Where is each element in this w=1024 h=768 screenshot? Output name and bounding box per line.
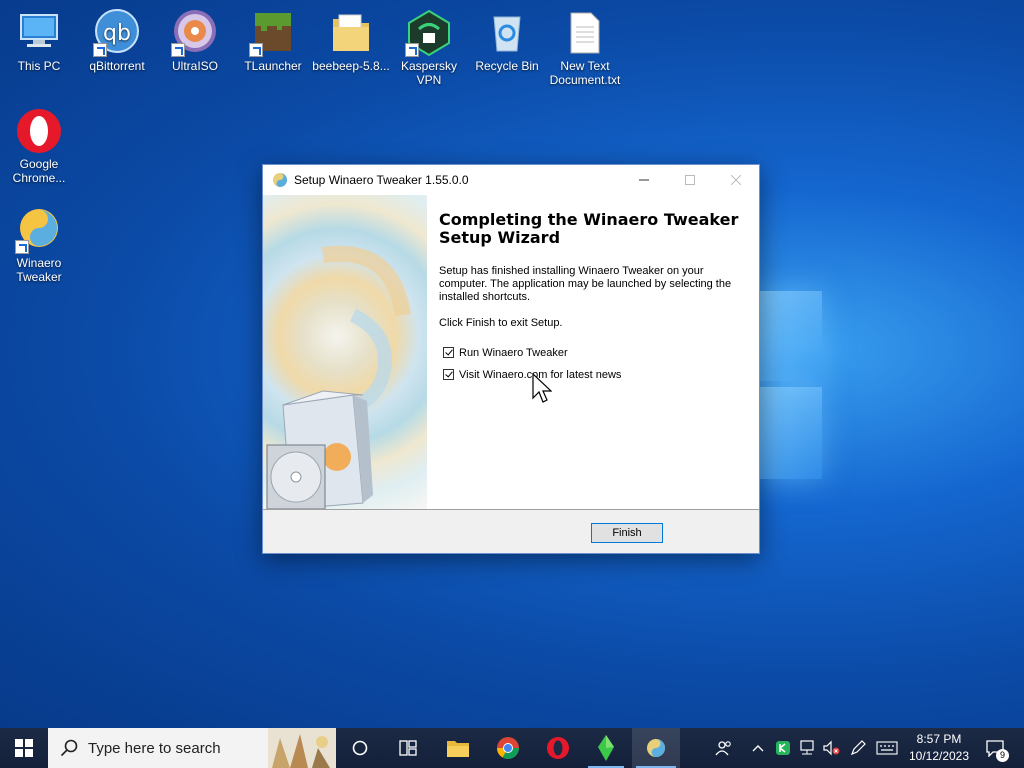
tray-pen-workspace[interactable] bbox=[846, 728, 870, 768]
wizard-heading: Completing the Winaero Tweaker Setup Wiz… bbox=[439, 210, 739, 247]
desktop-icon-beebeep[interactable]: beebeep-5.8... bbox=[311, 9, 391, 73]
wizard-body: Completing the Winaero Tweaker Setup Wiz… bbox=[263, 195, 759, 509]
people-icon bbox=[715, 741, 731, 756]
software-box-icon bbox=[266, 245, 411, 509]
search-highlight-illustration-icon bbox=[268, 728, 336, 768]
maximize-button[interactable] bbox=[667, 165, 713, 195]
finish-button[interactable]: Finish bbox=[591, 523, 663, 543]
taskbar-search-box[interactable]: Type here to search bbox=[48, 728, 336, 768]
desktop-icon-ultraiso[interactable]: UltraISO bbox=[155, 9, 235, 73]
recycle-bin-icon bbox=[483, 9, 531, 57]
desktop-icon-winaero-tweaker[interactable]: Winaero Tweaker bbox=[0, 206, 79, 284]
wizard-content: Completing the Winaero Tweaker Setup Wiz… bbox=[439, 211, 749, 390]
desktop-icon-kaspersky-vpn[interactable]: Kaspersky VPN bbox=[389, 9, 469, 87]
task-view-button[interactable] bbox=[388, 728, 428, 768]
desktop-icon-google-chrome[interactable]: Google Chrome... bbox=[0, 107, 79, 185]
finished-message: Setup has finished installing Winaero Tw… bbox=[439, 265, 732, 303]
search-placeholder: Type here to search bbox=[88, 739, 221, 757]
close-icon bbox=[731, 175, 741, 185]
exit-instruction: Click Finish to exit Setup. bbox=[439, 317, 563, 329]
setup-wizard-window: Setup Winaero Tweaker 1.55.0.0 Completin… bbox=[262, 164, 760, 554]
setup-app-icon bbox=[273, 173, 287, 187]
divider bbox=[263, 509, 759, 510]
keyboard-icon bbox=[876, 741, 898, 755]
taskbar-winaero-setup[interactable] bbox=[632, 728, 680, 768]
svg-text:qb: qb bbox=[103, 21, 131, 46]
folder-icon bbox=[327, 9, 375, 57]
wizard-sidebar-image bbox=[263, 195, 427, 509]
minimize-icon bbox=[639, 179, 649, 181]
search-icon bbox=[60, 739, 78, 757]
title-bar[interactable]: Setup Winaero Tweaker 1.55.0.0 bbox=[263, 165, 759, 195]
shortcut-arrow-icon bbox=[405, 43, 419, 57]
computer-icon bbox=[15, 9, 63, 57]
desktop-icon-recycle-bin[interactable]: Recycle Bin bbox=[467, 9, 547, 73]
taskbar-chrome[interactable] bbox=[486, 728, 530, 768]
taskbar-sims[interactable] bbox=[584, 728, 628, 768]
pen-icon bbox=[850, 740, 866, 756]
clock-date: 10/12/2023 bbox=[908, 749, 970, 763]
notification-badge: 9 bbox=[996, 749, 1009, 762]
taskbar-file-explorer[interactable] bbox=[436, 728, 480, 768]
show-hidden-icons-button[interactable] bbox=[748, 728, 768, 768]
minimize-button[interactable] bbox=[621, 165, 667, 195]
kaspersky-icon bbox=[776, 741, 790, 755]
clock-time: 8:57 PM bbox=[916, 732, 962, 746]
close-button[interactable] bbox=[713, 165, 759, 195]
shortcut-arrow-icon bbox=[171, 43, 185, 57]
setup-app-icon bbox=[647, 739, 665, 757]
maximize-icon bbox=[685, 175, 695, 185]
network-icon bbox=[800, 740, 814, 755]
folder-icon bbox=[447, 741, 469, 757]
tray-volume[interactable] bbox=[820, 728, 842, 768]
action-center-button[interactable]: 9 bbox=[980, 728, 1010, 768]
winaero-tweaker-icon bbox=[15, 206, 63, 254]
visit-winaero-checkbox[interactable]: Visit Winaero.com for latest news bbox=[443, 368, 749, 381]
cortana-button[interactable] bbox=[340, 728, 380, 768]
plumbob-icon bbox=[598, 735, 614, 761]
qbittorrent-icon: qb bbox=[93, 9, 141, 57]
tray-kaspersky[interactable] bbox=[772, 728, 794, 768]
mouse-cursor-icon bbox=[532, 373, 552, 403]
vpn-shield-icon bbox=[405, 9, 453, 57]
disc-icon bbox=[171, 9, 219, 57]
windows-start-icon bbox=[15, 739, 33, 757]
window-title: Setup Winaero Tweaker 1.55.0.0 bbox=[294, 173, 469, 187]
taskbar-opera[interactable] bbox=[536, 728, 580, 768]
grass-block-icon bbox=[249, 9, 297, 57]
desktop-icon-qbittorrent[interactable]: qb qBittorrent bbox=[77, 9, 157, 73]
task-view-icon bbox=[399, 740, 417, 756]
chrome-icon bbox=[497, 737, 519, 759]
shortcut-arrow-icon bbox=[93, 43, 107, 57]
volume-muted-icon bbox=[823, 740, 840, 756]
taskbar-clock[interactable]: 8:57 PM 10/12/2023 bbox=[900, 731, 978, 765]
taskbar: Type here to search 8:57 PM 10/12/2023 9 bbox=[0, 728, 1024, 768]
run-winaero-tweaker-checkbox[interactable]: Run Winaero Tweaker bbox=[443, 346, 749, 359]
opera-icon bbox=[15, 107, 63, 155]
desktop-icon-this-pc[interactable]: This PC bbox=[0, 9, 79, 73]
shortcut-arrow-icon bbox=[15, 240, 29, 254]
desktop-icon-new-text-document[interactable]: New Text Document.txt bbox=[545, 9, 625, 87]
checkbox-checked-icon[interactable] bbox=[443, 369, 454, 380]
checkbox-checked-icon[interactable] bbox=[443, 347, 454, 358]
cortana-circle-icon bbox=[352, 740, 368, 756]
start-button[interactable] bbox=[0, 728, 48, 768]
text-file-icon bbox=[561, 9, 609, 57]
desktop-icon-tlauncher[interactable]: TLauncher bbox=[233, 9, 313, 73]
opera-icon bbox=[547, 737, 569, 759]
tray-touch-keyboard[interactable] bbox=[874, 728, 900, 768]
people-button[interactable] bbox=[710, 728, 738, 768]
shortcut-arrow-icon bbox=[249, 43, 263, 57]
chevron-up-icon bbox=[752, 745, 764, 752]
desktop: This PC qb qBittorrent UltraISO TLaunche… bbox=[0, 0, 1024, 728]
tray-network[interactable] bbox=[796, 728, 818, 768]
